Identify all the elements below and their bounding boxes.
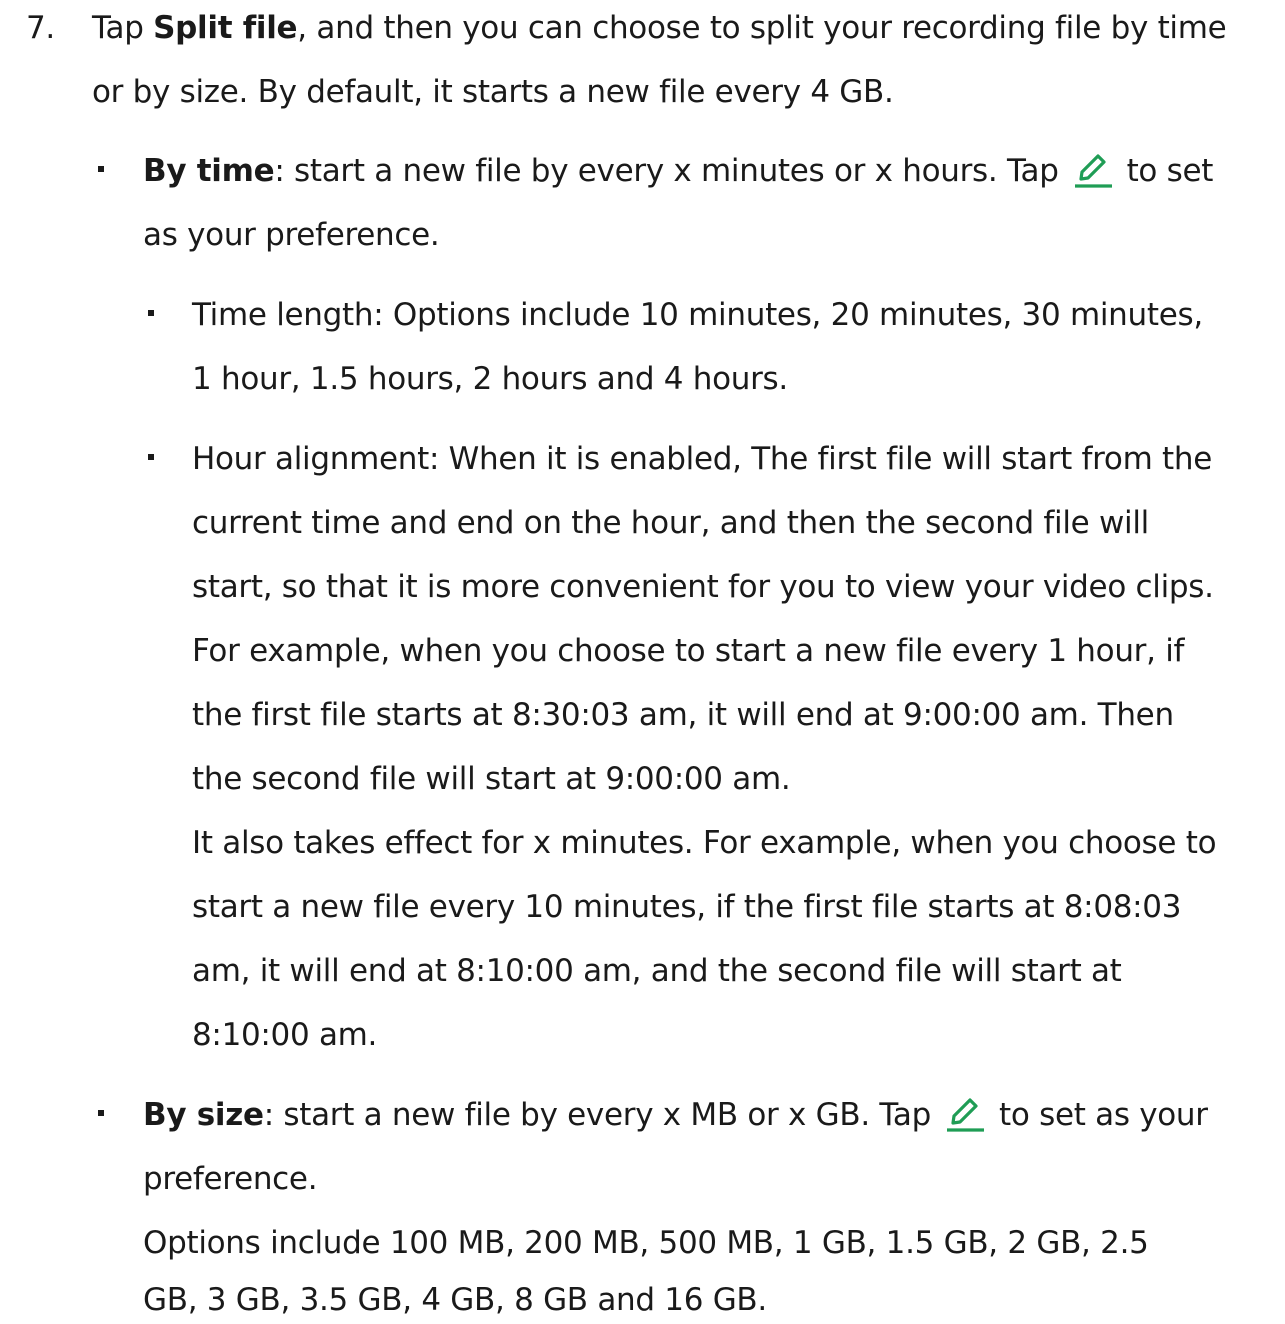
hour-alignment-line: the first file starts at 8:30:03 am, it … <box>192 697 1174 733</box>
by-size-label: By size <box>143 1097 264 1133</box>
by-size-text-after-icon: to set as your <box>999 1097 1208 1133</box>
step-text-line-1: Tap Split file, and then you can choose … <box>92 8 1227 48</box>
edit-pencil-icon <box>1067 151 1117 191</box>
by-size-options-line: GB, 3 GB, 3.5 GB, 4 GB, 8 GB and 16 GB. <box>143 1282 767 1318</box>
hour-alignment-line: current time and end on the hour, and th… <box>192 505 1149 541</box>
step-tap-text: Tap <box>92 10 154 46</box>
by-time-label: By time <box>143 153 275 189</box>
step-number: 7. <box>26 10 55 46</box>
hour-alignment-line: Hour alignment: When it is enabled, The … <box>192 441 1212 477</box>
by-time-line-1: By time: start a new file by every x min… <box>143 151 1213 191</box>
time-length-line-1: Time length: Options include 10 minutes,… <box>192 297 1203 333</box>
bullet-hour-alignment <box>148 454 154 460</box>
hour-alignment-line: 8:10:00 am. <box>192 1017 378 1053</box>
time-length-line-2: 1 hour, 1.5 hours, 2 hours and 4 hours. <box>192 361 788 397</box>
hour-alignment-line: start a new file every 10 minutes, if th… <box>192 889 1182 925</box>
hour-alignment-line: am, it will end at 8:10:00 am, and the s… <box>192 953 1122 989</box>
bullet-time-length <box>148 310 154 316</box>
by-time-line-2: as your preference. <box>143 217 440 253</box>
by-time-text-after-icon: to set <box>1126 153 1214 189</box>
hour-alignment-line: start, so that it is more convenient for… <box>192 569 1214 605</box>
by-size-line-2: preference. <box>143 1161 318 1197</box>
edit-pencil-icon <box>939 1095 989 1135</box>
hour-alignment-line: the second file will start at 9:00:00 am… <box>192 761 791 797</box>
by-time-text-a: : start a new file by every x minutes or… <box>274 153 1059 189</box>
hour-alignment-line: It also takes effect for x minutes. For … <box>192 825 1217 861</box>
split-file-label: Split file <box>153 10 298 46</box>
step-text-a: , and then you can choose to split your … <box>297 10 1227 46</box>
by-size-line-1: By size: start a new file by every x MB … <box>143 1095 1208 1135</box>
by-size-options-line: Options include 100 MB, 200 MB, 500 MB, … <box>143 1225 1149 1261</box>
step-text-line-2: or by size. By default, it starts a new … <box>92 74 894 110</box>
bullet-by-size <box>98 1110 104 1116</box>
bullet-by-time <box>98 166 104 172</box>
hour-alignment-line: For example, when you choose to start a … <box>192 633 1185 669</box>
by-size-text-a: : start a new file by every x MB or x GB… <box>263 1097 932 1133</box>
